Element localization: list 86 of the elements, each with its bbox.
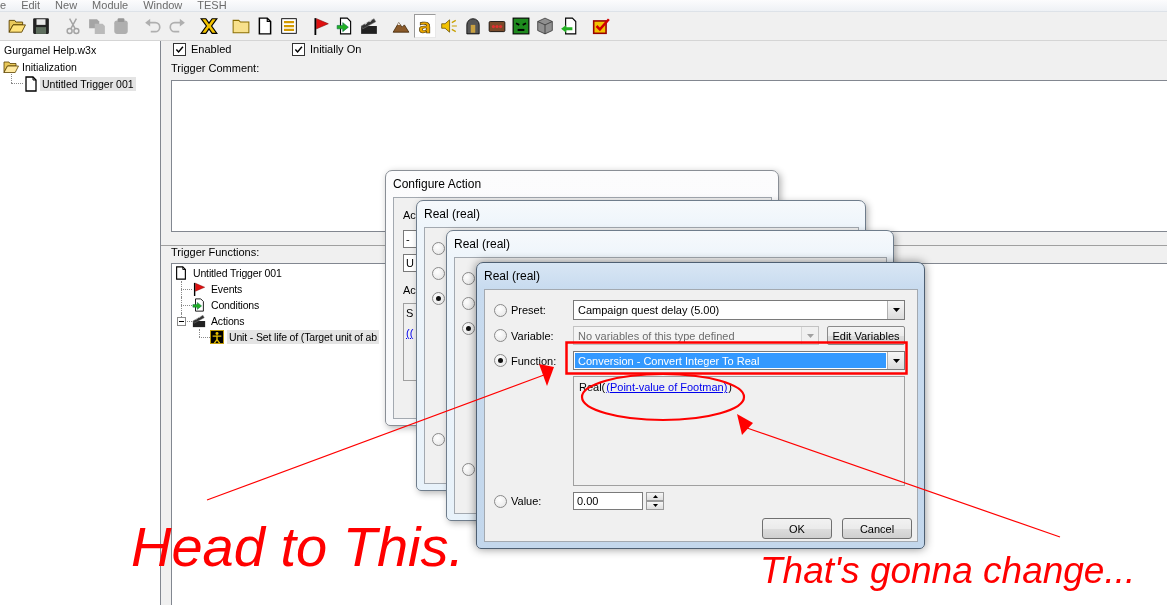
menu-item[interactable]: Edit — [21, 0, 41, 11]
x-mark-icon — [200, 17, 218, 35]
panel-text: S — [406, 307, 415, 319]
tree-item[interactable]: Events — [209, 282, 245, 296]
menu-item[interactable]: Module — [92, 0, 129, 11]
option-label: Value: — [511, 495, 542, 507]
radio-button[interactable] — [432, 267, 445, 280]
menu-item[interactable]: Window — [143, 0, 183, 11]
dialog-title: Real (real) — [424, 207, 480, 221]
tree-item[interactable]: Unit - Set life of (Target unit of ab — [227, 330, 379, 344]
annotation-text: Head to This. — [131, 519, 465, 575]
parameter-link[interactable]: (Point-value of Footman) — [606, 381, 728, 393]
cube-icon — [536, 17, 554, 35]
menu-item[interactable]: TESH — [197, 0, 227, 11]
flag-icon — [312, 17, 330, 35]
tree-item[interactable]: Initialization — [20, 59, 79, 74]
annotation-text: That's gonna change... — [760, 552, 1136, 589]
radio-button[interactable] — [462, 271, 475, 285]
caret-up-icon — [652, 495, 658, 498]
checked-box-icon — [592, 17, 610, 35]
caret-icon — [892, 358, 900, 363]
clapperboard-icon — [192, 314, 206, 328]
dropdown[interactable]: Campaign quest delay (5.00) — [573, 300, 905, 320]
open-folder-icon — [3, 58, 19, 75]
document-icon — [174, 266, 188, 280]
page-arrow-icon — [560, 17, 578, 35]
tree-item[interactable]: Untitled Trigger 001 — [40, 76, 136, 91]
section-label: Trigger Functions: — [171, 246, 260, 258]
list-lines-icon — [280, 17, 298, 35]
spin-up-button[interactable] — [646, 492, 664, 501]
checkbox[interactable] — [173, 42, 186, 56]
option-label: Preset: — [511, 304, 546, 316]
dialog-title: Real (real) — [454, 237, 510, 251]
radio-button[interactable] — [462, 297, 475, 310]
checkbox-label: Initially On — [310, 43, 362, 55]
option-label: Variable: — [511, 329, 554, 342]
tree-item[interactable]: Actions — [209, 314, 247, 328]
document-arrow-icon — [192, 298, 206, 312]
dialog-button[interactable]: Cancel — [842, 518, 912, 539]
tree-item[interactable]: Gurgamel Help.w3x — [2, 42, 99, 57]
radio-button[interactable] — [432, 432, 445, 446]
radio-button[interactable] — [462, 322, 475, 335]
spin-down-button[interactable] — [646, 501, 664, 510]
radio-button[interactable] — [432, 292, 445, 305]
dialog-button[interactable]: OK — [762, 518, 832, 539]
tree-item[interactable]: Conditions — [209, 298, 262, 312]
speaker-icon — [440, 17, 458, 35]
collapse-icon[interactable] — [177, 317, 186, 326]
menu-item[interactable]: New — [55, 0, 78, 11]
value-field[interactable]: 0.00 — [573, 492, 643, 510]
field-label: Ac — [403, 208, 416, 222]
radio-button[interactable] — [494, 354, 507, 367]
caret-down-icon — [652, 504, 658, 507]
toolbar-button[interactable] — [510, 14, 532, 38]
figure-icon — [210, 330, 224, 344]
undo-icon — [144, 17, 162, 35]
dialog-title: Real (real) — [484, 269, 540, 283]
radio-button[interactable] — [462, 462, 475, 476]
tree-item[interactable]: Untitled Trigger 001 — [191, 266, 284, 280]
scissors-icon — [64, 17, 82, 35]
field-label: Ac — [403, 283, 416, 297]
caret-icon — [892, 308, 900, 312]
flag-icon — [192, 282, 206, 296]
link[interactable]: (( — [406, 327, 418, 339]
radio-button[interactable] — [432, 241, 445, 255]
radio-button[interactable] — [494, 303, 507, 317]
dialog-title: Configure Action — [393, 177, 482, 191]
folder-icon — [232, 17, 250, 35]
monster-face-icon — [512, 17, 530, 35]
doorway-icon — [464, 17, 482, 35]
copy-icon — [88, 17, 106, 35]
clapperboard-icon — [360, 17, 378, 35]
document-icon — [23, 75, 39, 92]
save-icon — [32, 17, 50, 35]
checkbox-label: Enabled — [191, 43, 232, 55]
option-label: Function: — [511, 354, 557, 367]
checkbox[interactable] — [292, 42, 305, 56]
radio-button[interactable] — [494, 494, 507, 508]
field-label: Trigger Comment: — [171, 62, 260, 74]
redo-icon — [168, 17, 186, 35]
document-icon — [256, 17, 274, 35]
open-folder-icon — [8, 17, 26, 35]
menu-item[interactable]: e — [0, 0, 7, 11]
document-arrow-icon — [336, 17, 354, 35]
caret-icon — [806, 333, 814, 338]
paste-icon — [112, 17, 130, 35]
